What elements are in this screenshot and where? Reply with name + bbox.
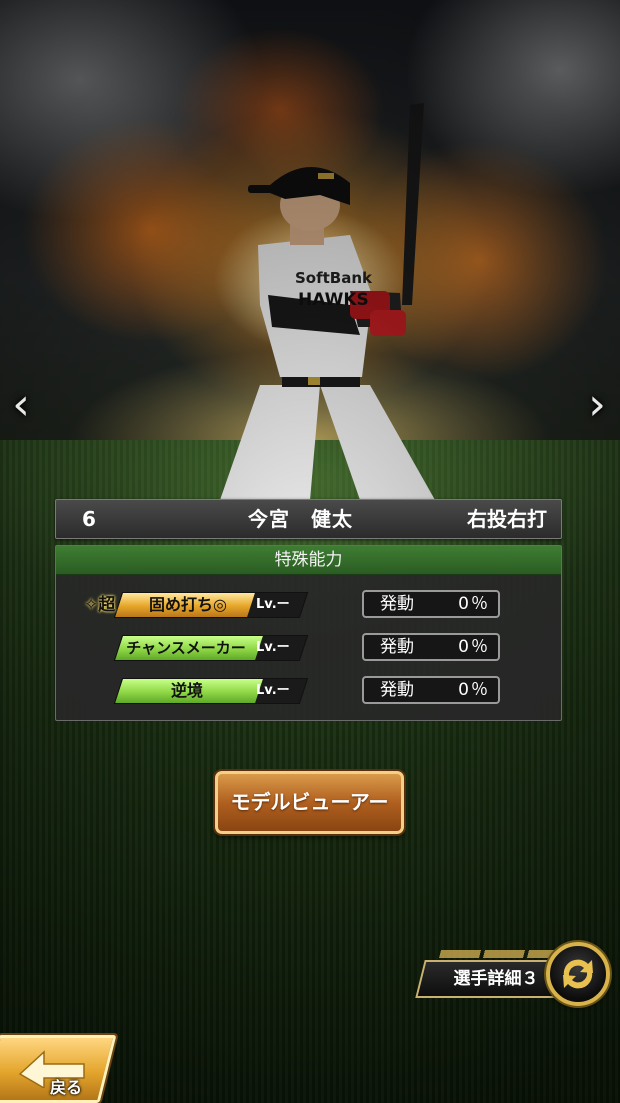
swap-arrows-glyph [563,959,593,989]
player-detail-label[interactable]: 選手詳細３ [436,960,556,998]
chevron-left-icon[interactable]: ‹ [6,380,36,430]
trigger-rate-box: 発動 0％ [362,590,500,618]
ability-level: Lv.ー [256,597,290,612]
trigger-rate-box: 発動 0％ [362,676,500,704]
trigger-value: 0％ [458,637,490,657]
trigger-label: 発動 [380,637,414,657]
panel-title: 特殊能力 [56,546,561,575]
detail-tab-stripes [439,950,561,958]
ability-level: Lv.ー [256,640,290,655]
ability-level: Lv.ー [256,683,290,698]
uniform-number: 6 [82,507,96,531]
ability-row[interactable]: チャンスメーカー Lv.ー 発動 0％ [56,633,563,663]
trigger-rate-box: 発動 0％ [362,633,500,661]
ability-row[interactable]: ✧超 固め打ち◎ Lv.ー 発動 0％ [56,590,563,620]
back-button-label[interactable]: 戻る [50,1074,82,1098]
trigger-label: 発動 [380,680,414,700]
trigger-label: 発動 [380,594,414,614]
trigger-value: 0％ [458,594,490,614]
player-name: 今宮 健太 [248,507,353,531]
model-viewer-button[interactable]: モデルビューアー [215,771,404,834]
ability-name: 固め打ち◎ [149,595,227,614]
ability-name: 逆境 [170,681,203,700]
ability-row[interactable]: 逆境 Lv.ー 発動 0％ [56,676,563,706]
handedness: 右投右打 [467,507,547,531]
ability-name: チャンスメーカー [126,639,246,657]
special-abilities-panel: 特殊能力 ✧超 固め打ち◎ Lv.ー 発動 0％ チャンスメーカー Lv.ー 発… [55,545,562,721]
chevron-right-icon[interactable]: › [582,380,612,430]
super-sparkle-icon: ✧超 [84,595,116,615]
trigger-value: 0％ [458,680,490,700]
player-name-bar: 6 今宮 健太 右投右打 [55,499,562,539]
swap-arrows-icon[interactable] [546,942,610,1006]
